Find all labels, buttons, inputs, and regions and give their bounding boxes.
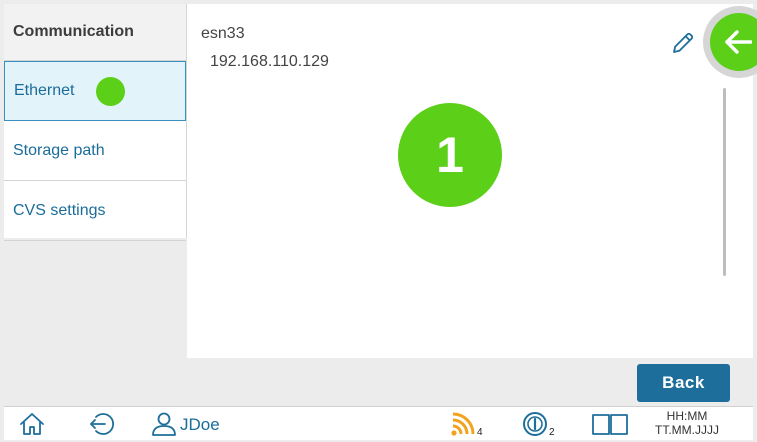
book-icon	[592, 414, 628, 435]
scrollbar[interactable]	[723, 88, 726, 276]
home-icon	[20, 413, 44, 435]
ip-address: 192.168.110.129	[210, 53, 329, 70]
home-button[interactable]	[18, 411, 46, 437]
manual-button[interactable]	[590, 411, 630, 437]
sidebar-header: Communication	[4, 4, 186, 61]
ethernet-panel: esn33 192.168.110.129 1	[187, 4, 753, 358]
wifi-count: 4	[477, 427, 483, 438]
arrow-left-icon	[725, 30, 752, 54]
user-name[interactable]: JDoe	[180, 415, 220, 435]
sidebar-item-label: CVS settings	[13, 201, 106, 219]
wifi-status[interactable]	[450, 411, 476, 437]
sidebar: Communication Ethernet Storage path CVS …	[4, 4, 187, 241]
action-bar: Back	[187, 358, 753, 406]
edit-button[interactable]	[670, 30, 696, 56]
time-display: HH:MM	[666, 409, 708, 423]
date-display: TT.MM.JJJJ	[655, 423, 719, 437]
wifi-signal-icon	[451, 412, 475, 436]
sidebar-item-cvs-settings[interactable]: CVS settings	[4, 181, 186, 241]
sensor-count: 2	[549, 427, 555, 438]
logout-button[interactable]	[88, 411, 116, 437]
user-icon	[152, 412, 176, 436]
sidebar-item-storage-path[interactable]: Storage path	[4, 121, 186, 181]
selection-marker-dot	[96, 76, 126, 106]
sensor-status[interactable]	[522, 411, 548, 437]
network-name: esn33	[201, 25, 245, 42]
sidebar-item-ethernet[interactable]: Ethernet	[4, 61, 186, 121]
step-number-badge: 1	[398, 103, 502, 207]
logout-icon	[90, 413, 115, 435]
pencil-icon	[673, 32, 694, 53]
status-bar: JDoe 4 2 HH:MM TT.MM.JJJJ	[4, 406, 753, 440]
back-button[interactable]: Back	[637, 364, 730, 402]
sidebar-item-label: Ethernet	[14, 82, 75, 99]
sidebar-item-label: Storage path	[13, 141, 105, 159]
date-time: HH:MM TT.MM.JJJJ	[632, 409, 742, 437]
sensor-icon	[523, 412, 547, 436]
user-button[interactable]	[150, 411, 178, 437]
